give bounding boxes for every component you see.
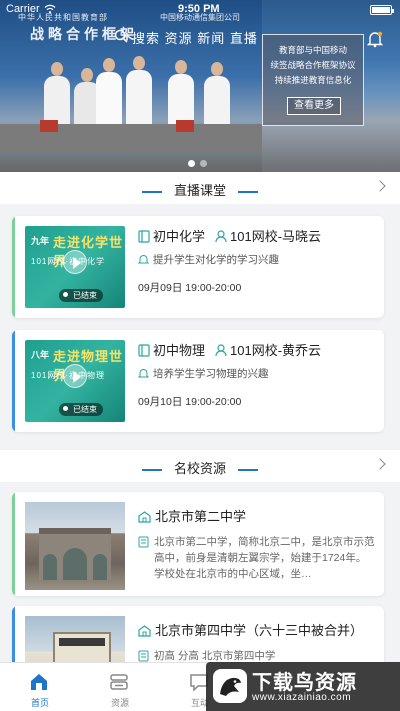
carousel-dot[interactable] <box>200 160 207 167</box>
watermark-title: 下载鸟资源 <box>252 672 357 694</box>
school-name: 北京市第四中学（六十三中被合并） <box>155 623 364 638</box>
banner-news-line: 持续推进教育信息化 <box>274 75 352 85</box>
live-section-header[interactable]: 直播课堂 <box>0 172 400 204</box>
school-section-title: 名校资源 <box>0 458 400 477</box>
course-info: 初中物理 101网校-黄乔云 培养学生学习物理的兴趣 09月10日 19:00-2… <box>137 340 376 409</box>
course-thumbnail[interactable]: 八年 走进物理世界 101网校·初中物理 已结束 <box>25 340 125 422</box>
view-more-button[interactable]: 查看更多 <box>287 97 341 115</box>
school-section-header[interactable]: 名校资源 <box>0 450 400 482</box>
bell-outline-icon <box>137 254 150 268</box>
home-icon <box>28 671 50 698</box>
carrier-label: Carrier <box>6 3 40 15</box>
app-screen: 中华人民共和国教育部 中国移动通信集团公司 战略合作框架 搜索 资源 新闻 直播… <box>0 0 400 711</box>
course-summary: 培养学生学习物理的兴趣 <box>153 368 269 380</box>
carousel-indicator <box>188 154 212 172</box>
school-info: 北京市第二中学 北京市第二中学，简称北京二中，是北京市示范高中，前身是清朝左翼宗… <box>138 506 376 596</box>
live-course-card[interactable]: 九年 走进化学世界 101网校·初中化学 已结束 初中化学 101网校-马晓云 提… <box>12 216 384 318</box>
live-course-card[interactable]: 八年 走进物理世界 101网校·初中物理 已结束 初中物理 101网校-黄乔云 培… <box>12 330 384 432</box>
banner-news-panel: 教育部与中国移动 续签战略合作框架协议 持续推进教育信息化 查看更多 <box>262 34 364 126</box>
thumb-grade: 八年 <box>31 350 50 360</box>
card-accent <box>12 216 15 318</box>
course-thumbnail[interactable]: 九年 走进化学世界 101网校·初中化学 已结束 <box>25 226 125 308</box>
banner-photo: 中华人民共和国教育部 中国移动通信集团公司 战略合作框架 <box>0 0 262 172</box>
photo-nameplate <box>176 120 194 132</box>
tab-home[interactable]: 首页 <box>0 663 80 711</box>
status-badge: 已结束 <box>59 289 103 302</box>
status-badge: 已结束 <box>59 403 103 416</box>
teacher-icon <box>215 230 227 246</box>
document-icon <box>138 536 149 553</box>
banner-news-line: 续签战略合作框架协议 <box>270 60 356 70</box>
bell-outline-icon <box>137 368 150 382</box>
course-schedule: 09月09日 19:00-20:00 <box>138 282 242 294</box>
tab-label: 资源 <box>110 698 129 708</box>
school-photo[interactable] <box>25 502 125 590</box>
course-teacher: 101网校-黄乔云 <box>230 343 322 358</box>
watermark-url: www.xiazainiao.com <box>252 692 352 703</box>
battery-icon <box>370 5 394 15</box>
card-accent <box>12 492 15 596</box>
photo-person <box>126 56 152 132</box>
thumb-grade: 九年 <box>31 236 50 246</box>
card-accent <box>12 330 15 432</box>
book-icon <box>138 344 150 360</box>
play-icon[interactable] <box>63 364 87 388</box>
status-bar: Carrier 9:50 PM <box>0 0 400 20</box>
bird-logo-icon <box>212 668 248 709</box>
school-card[interactable]: 北京市第二中学 北京市第二中学，简称北京二中，是北京市示范高中，前身是清朝左翼宗… <box>12 492 384 596</box>
course-info: 初中化学 101网校-马晓云 提升学生对化学的学习兴趣 09月09日 19:00-… <box>137 226 376 295</box>
school-name: 北京市第二中学 <box>155 509 247 524</box>
photo-person <box>96 58 122 132</box>
resource-icon <box>108 671 130 698</box>
play-icon[interactable] <box>63 250 87 274</box>
banner-carousel[interactable]: 中华人民共和国教育部 中国移动通信集团公司 战略合作框架 搜索 资源 新闻 直播… <box>0 0 400 172</box>
course-subject: 初中物理 <box>153 343 206 358</box>
tab-resources[interactable]: 资源 <box>80 663 160 711</box>
wifi-icon <box>44 4 56 17</box>
search-icon[interactable] <box>114 29 128 48</box>
course-teacher: 101网校-马晓云 <box>230 229 322 244</box>
bell-icon[interactable] <box>366 30 384 53</box>
school-description: 初高 分高 北京市第四中学 <box>154 650 276 662</box>
school-description: 北京市第二中学，简称北京二中，是北京市示范高中，前身是清朝左翼宗学，始建于172… <box>154 536 375 580</box>
tab-label: 首页 <box>30 698 49 708</box>
banner-news-line: 教育部与中国移动 <box>278 45 347 55</box>
teacher-icon <box>215 344 227 360</box>
book-icon <box>138 230 150 246</box>
course-schedule: 09月10日 19:00-20:00 <box>138 396 242 408</box>
live-section-title: 直播课堂 <box>0 180 400 199</box>
school-icon <box>138 625 151 640</box>
carousel-dot-active[interactable] <box>188 160 195 167</box>
clock: 9:50 PM <box>178 3 220 15</box>
photo-nameplate <box>40 120 58 132</box>
banner-nav-text[interactable]: 搜索 资源 新闻 直播 <box>132 28 258 47</box>
course-summary: 提升学生对化学的学习兴趣 <box>153 254 279 266</box>
site-watermark: 下载鸟资源 www.xiazainiao.com <box>206 662 400 711</box>
school-icon <box>138 511 151 526</box>
course-subject: 初中化学 <box>153 229 206 244</box>
